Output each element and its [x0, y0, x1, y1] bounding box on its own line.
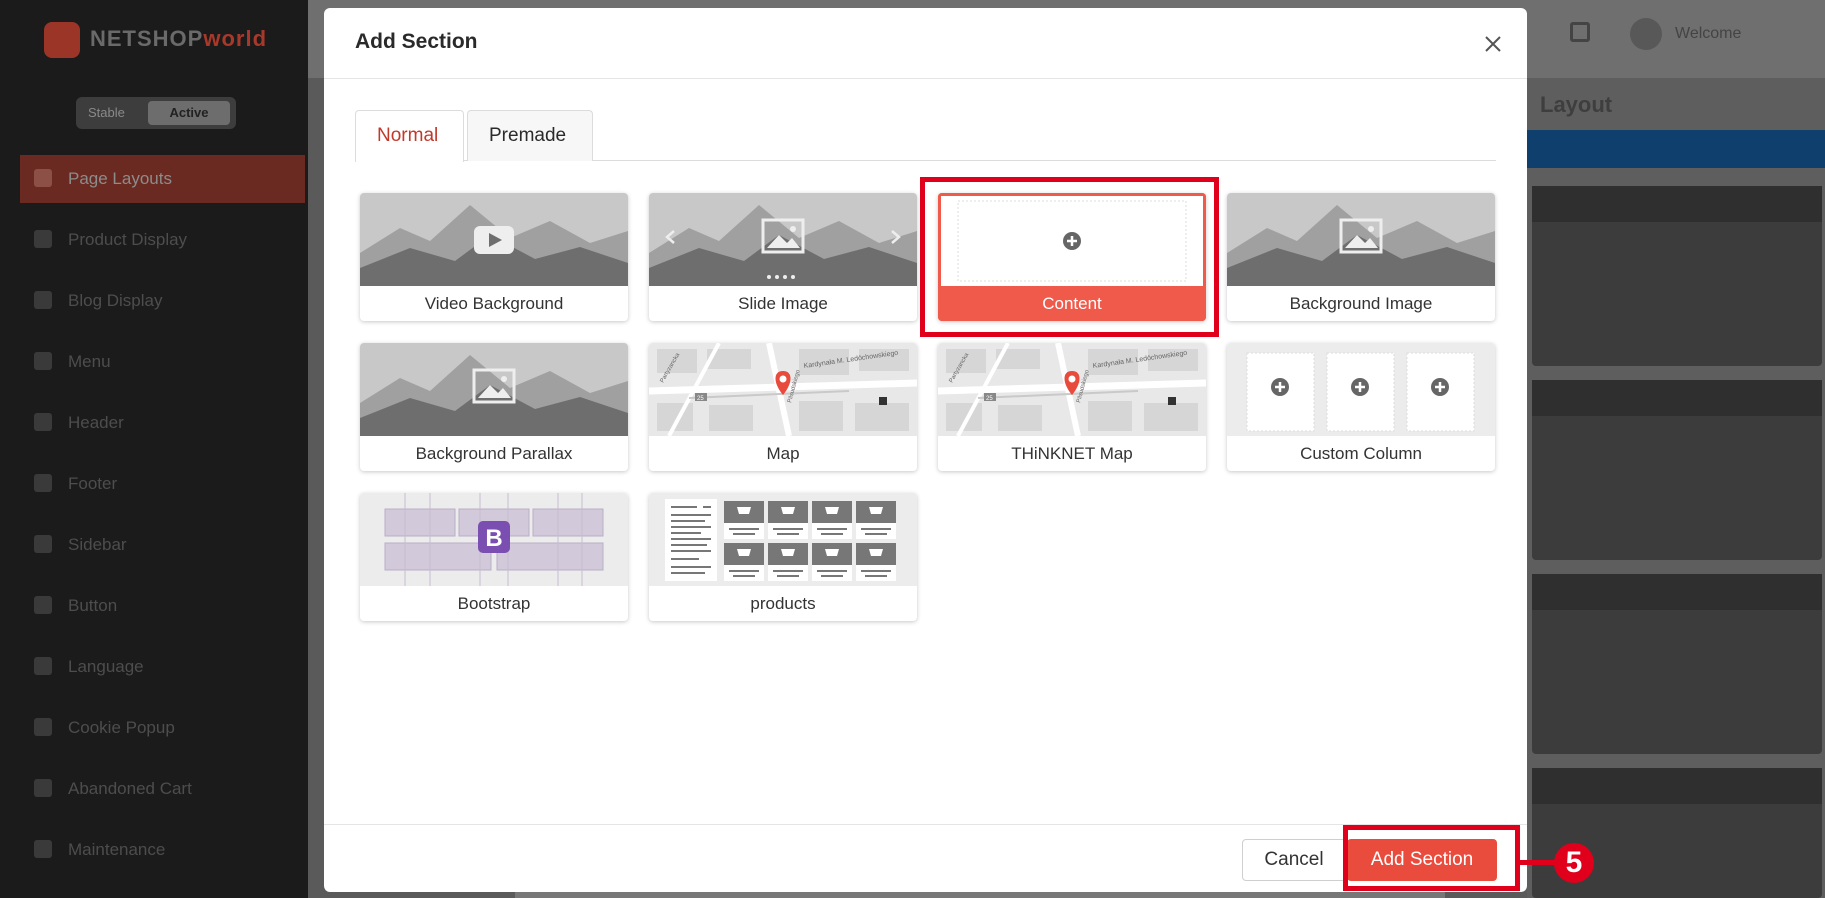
sidebar-item-maintenance[interactable]: Maintenance [20, 826, 305, 874]
sidebar-icon [34, 535, 52, 553]
section-label: products [750, 594, 816, 613]
sidebar-item-cookie-popup[interactable]: Cookie Popup [20, 704, 305, 752]
section-label: Bootstrap [457, 594, 531, 613]
sidebar-item-label: Product Display [68, 230, 188, 249]
cart-icon[interactable] [1570, 22, 1590, 42]
section-thinknet-map[interactable]: Kardynała M. Ledóchowskiego Partyzancka … [938, 343, 1206, 471]
tab-premade[interactable]: Premade [467, 110, 593, 161]
brand-logo: NETSHOPworld [40, 18, 270, 60]
sidebar-item-label: Cookie Popup [68, 718, 175, 737]
products-thumbnail [649, 493, 917, 586]
tab-normal[interactable]: Normal [355, 110, 464, 162]
content-highlight [920, 177, 1219, 337]
modal-header: Add Section [324, 8, 1527, 79]
sidebar: NETSHOPworld Stable Active Page Layouts P… [0, 0, 308, 898]
layout-card[interactable] [1532, 186, 1822, 366]
section-label: Background Parallax [415, 444, 573, 463]
step-connector [1520, 860, 1556, 865]
step-number-badge: 5 [1554, 843, 1594, 883]
cookie-icon [34, 718, 52, 736]
layout-card[interactable] [1532, 574, 1822, 754]
layout-card[interactable] [1532, 380, 1822, 560]
slide-thumbnail [649, 193, 917, 286]
sidebar-item-label: Abandoned Cart [68, 779, 192, 798]
user-name[interactable]: Welcome [1675, 25, 1741, 43]
maintenance-icon [34, 840, 52, 858]
sidebar-item-label: Header [68, 413, 124, 432]
map-number: 25 [697, 396, 704, 402]
sidebar-item-label: Footer [68, 474, 118, 493]
language-icon [34, 657, 52, 675]
sidebar-item-label: Language [68, 657, 144, 676]
sidebar-item-sidebar[interactable]: Sidebar [20, 521, 305, 569]
sidebar-item-button[interactable]: Button [20, 582, 305, 630]
sidebar-item-abandoned-cart[interactable]: Abandoned Cart [20, 765, 305, 813]
footer-icon [34, 474, 52, 492]
sidebar-item-label: Blog Display [68, 291, 163, 310]
logo-text: NETSHOP [90, 26, 204, 51]
section-slide-image[interactable]: Slide Image [649, 193, 917, 321]
sidebar-item-label: Maintenance [68, 840, 166, 859]
section-label: Video Background [424, 294, 564, 313]
modal-title: Add Section [355, 30, 478, 53]
menu-icon [34, 352, 52, 370]
avatar[interactable] [1630, 18, 1662, 50]
section-label: Custom Column [1300, 444, 1422, 463]
map-thumbnail: Kardynała M. Ledóchowskiego Partyzancka … [938, 343, 1206, 436]
section-map[interactable]: Kardynała M. Ledóchowskiego Partyzancka … [649, 343, 917, 471]
sidebar-item-footer[interactable]: Footer [20, 460, 305, 508]
bootstrap-thumbnail: B [360, 493, 628, 586]
image-thumbnail [1227, 193, 1495, 286]
cancel-button[interactable]: Cancel [1242, 839, 1346, 881]
sidebar-item-blog-display[interactable]: Blog Display [20, 277, 305, 325]
section-label: Background Image [1289, 294, 1433, 313]
section-background-parallax[interactable]: Background Parallax [360, 343, 628, 471]
parallax-thumbnail [360, 343, 628, 436]
section-products[interactable]: products [649, 493, 917, 621]
logo-icon [44, 22, 80, 58]
sidebar-item-label: Menu [68, 352, 111, 371]
header-icon [34, 413, 52, 431]
section-label: THiNKNET Map [1011, 444, 1133, 463]
columns-thumbnail [1227, 343, 1495, 436]
add-section-modal: Add Section Normal Premade Video Backgro… [324, 8, 1527, 892]
add-section-highlight [1343, 825, 1520, 891]
bootstrap-letter: B [485, 525, 502, 552]
switch-left-label: Stable [88, 105, 125, 120]
cart-icon [34, 779, 52, 797]
close-icon[interactable] [1481, 32, 1505, 56]
map-number: 25 [986, 396, 993, 402]
section-custom-column[interactable]: Custom Column [1227, 343, 1495, 471]
sidebar-item-product-display[interactable]: Product Display [20, 216, 305, 264]
switch-right-label: Active [148, 101, 230, 125]
sidebar-item-language[interactable]: Language [20, 643, 305, 691]
sidebar-item-label: Page Layouts [68, 169, 172, 188]
section-tabs: Normal Premade [355, 110, 1496, 162]
box-icon [34, 230, 52, 248]
logo-accent: world [203, 26, 268, 51]
button-icon [34, 596, 52, 614]
section-bootstrap[interactable]: B Bootstrap [360, 493, 628, 621]
sidebar-item-label: Sidebar [68, 535, 127, 554]
sidebar-item-page-layouts[interactable]: Page Layouts [20, 155, 305, 203]
sidebar-item-header[interactable]: Header [20, 399, 305, 447]
sidebar-item-menu[interactable]: Menu [20, 338, 305, 386]
section-background-image[interactable]: Background Image [1227, 193, 1495, 321]
blog-icon [34, 291, 52, 309]
panel-add-section-button[interactable] [1527, 130, 1825, 168]
mode-switcher[interactable]: Stable Active [76, 97, 236, 129]
sidebar-item-label: Button [68, 596, 118, 615]
video-thumbnail [360, 193, 628, 286]
section-video-background[interactable]: Video Background [360, 193, 628, 321]
layout-panel-title: Layout [1540, 92, 1613, 117]
section-label: Map [766, 444, 800, 463]
layout-icon [34, 169, 52, 187]
map-thumbnail: Kardynała M. Ledóchowskiego Partyzancka … [649, 343, 917, 436]
section-label: Slide Image [738, 294, 828, 313]
